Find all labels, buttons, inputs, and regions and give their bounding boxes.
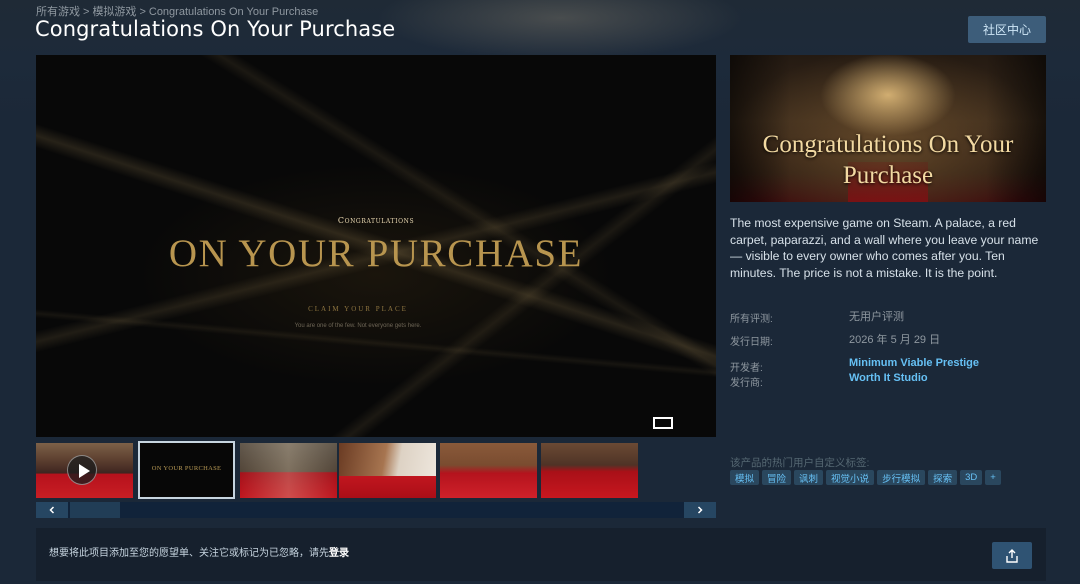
tag-list: 模拟 冒险 讽刺 视觉小说 步行模拟 探索 3D +	[730, 470, 1001, 485]
thumbnail-selected[interactable]: ON YOUR PURCHASE	[138, 441, 235, 499]
login-link[interactable]: 登录	[329, 548, 349, 559]
player-claim-line: CLAIM YOUR PLACE	[308, 305, 408, 313]
login-prompt-text: 想要将此项目添加至您的愿望单、关注它或标记为已忽略，请先	[49, 548, 329, 559]
thumbnail-screenshot[interactable]	[339, 443, 436, 498]
scroll-left-button[interactable]	[36, 502, 68, 518]
share-icon	[1006, 548, 1018, 563]
developer-label: 开发者:	[730, 363, 763, 374]
capsule-title-line2: Purchase	[842, 162, 934, 189]
tag-satire[interactable]: 讽刺	[794, 470, 824, 485]
thumbnail-screenshot[interactable]	[541, 443, 638, 498]
thumbnail-scrollbar[interactable]	[36, 502, 716, 518]
capsule-title: Congratulations On Your Purchase	[730, 129, 1046, 191]
reviews-value: 无用户评测	[849, 311, 904, 323]
login-prompt-bar: 想要将此项目添加至您的愿望单、关注它或标记为已忽略，请先登录	[36, 528, 1046, 581]
tag-walking-simulator[interactable]: 步行模拟	[877, 470, 926, 485]
tag-visual-novel[interactable]: 视觉小说	[826, 470, 875, 485]
chevron-right-icon	[697, 506, 703, 514]
thumbnail-screenshot[interactable]	[440, 443, 537, 498]
scroll-thumb[interactable]	[70, 502, 120, 518]
widescreen-icon[interactable]	[653, 417, 673, 429]
tag-adventure[interactable]: 冒险	[762, 470, 792, 485]
play-icon	[67, 455, 97, 485]
publisher-label: 发行商:	[730, 378, 763, 389]
player-headline: ON YOUR PURCHASE	[168, 232, 584, 275]
player-sub-line: You are one of the few. Not everyone get…	[294, 323, 422, 329]
thumbnail-video[interactable]	[36, 443, 133, 498]
thumbnail-screenshot[interactable]	[240, 443, 337, 498]
share-button[interactable]	[992, 542, 1032, 569]
player-small-heading: Congratulations	[337, 216, 415, 225]
publisher-link[interactable]: Worth It Studio	[849, 372, 928, 384]
release-date-label: 发行日期:	[730, 337, 773, 348]
release-date-value: 2026 年 5 月 29 日	[849, 334, 941, 346]
video-player[interactable]: Congratulations ON YOUR PURCHASE CLAIM Y…	[36, 55, 716, 437]
community-hub-button[interactable]: 社区中心	[968, 16, 1046, 43]
game-capsule-image: Congratulations On Your Purchase	[730, 55, 1046, 202]
developer-link[interactable]: Minimum Viable Prestige	[849, 357, 979, 369]
chevron-left-icon	[49, 506, 55, 514]
scroll-right-button[interactable]	[684, 502, 716, 518]
login-prompt: 想要将此项目添加至您的愿望单、关注它或标记为已忽略，请先登录	[49, 544, 349, 559]
tags-label: 该产品的热门用户自定义标签:	[730, 457, 870, 469]
reviews-label: 所有评测:	[730, 314, 773, 325]
tag-simulation[interactable]: 模拟	[730, 470, 760, 485]
capsule-title-line1: Congratulations On Your	[762, 131, 1014, 158]
thumbnail-caption: ON YOUR PURCHASE	[151, 465, 222, 472]
tag-exploration[interactable]: 探索	[928, 470, 958, 485]
page-title: Congratulations On Your Purchase	[35, 17, 396, 41]
game-description: The most expensive game on Steam. A pala…	[730, 216, 1039, 280]
add-tag-button[interactable]: +	[985, 470, 1001, 485]
tag-3d[interactable]: 3D	[960, 470, 983, 485]
thumbnail-strip: ON YOUR PURCHASE	[36, 441, 716, 499]
